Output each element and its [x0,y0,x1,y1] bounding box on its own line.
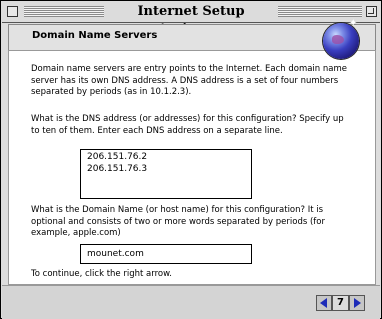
domain-question-text: What is the Domain Name (or host name) f… [31,205,325,238]
domain-name-value: mounet.com [87,249,144,259]
page-number: 7 [332,295,349,311]
section-title: Domain Name Servers [32,30,158,41]
setup-assistant-window: Internet Setup Assistant Domain Name Ser… [0,0,382,319]
content-panel: Domain name servers are entry points to … [8,50,376,285]
left-arrow-icon[interactable] [316,295,332,311]
zoom-box-icon[interactable] [366,6,377,17]
title-bar-stripes-left [24,6,104,17]
globe-icon [323,18,359,59]
dns-question-text: What is the DNS address (or addresses) f… [31,114,344,136]
window-title: Internet Setup Assistant [137,4,245,37]
continue-instruction: To continue, click the right arrow. [31,269,172,279]
domain-name-field[interactable]: mounet.com [80,244,252,264]
title-bar-stripes-right [278,6,362,17]
title-bar[interactable]: Internet Setup Assistant [2,2,380,37]
dns-address-line: 206.151.76.2 [87,152,148,162]
section-header: Domain Name Servers [8,24,376,51]
intro-text: Domain name servers are entry points to … [31,64,347,97]
right-arrow-icon[interactable] [349,295,365,311]
navigation-bar: 7 [2,285,380,319]
dns-address-line: 206.151.76.3 [87,164,148,174]
dns-address-field[interactable]: 206.151.76.2 206.151.76.3 [80,149,252,199]
close-box-icon[interactable] [7,6,18,17]
